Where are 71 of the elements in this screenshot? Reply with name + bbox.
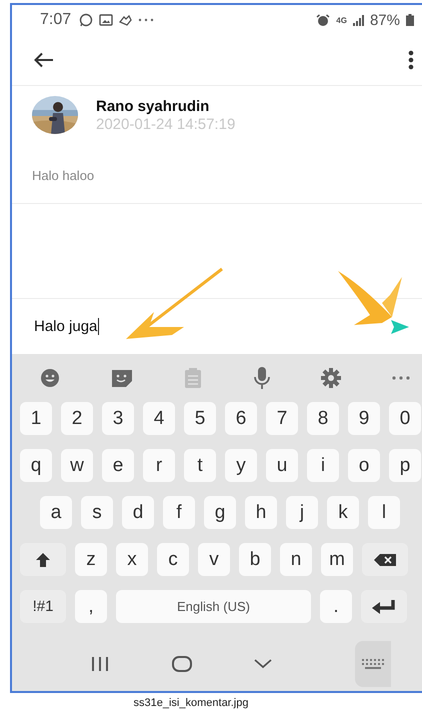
hide-keyboard-icon[interactable] [254, 659, 272, 669]
keyboard-key[interactable]: , [75, 590, 107, 623]
network-label: 4G [336, 16, 347, 24]
settings-icon[interactable] [320, 368, 341, 388]
overflow-menu-icon[interactable] [408, 50, 414, 70]
keyboard-key[interactable]: 5 [184, 402, 216, 435]
keyboard-icon [362, 659, 384, 669]
keyboard-key[interactable]: q [20, 449, 52, 482]
keyboard-key[interactable]: 6 [225, 402, 257, 435]
keyboard-key[interactable]: 9 [348, 402, 380, 435]
keyboard-key[interactable]: s [81, 496, 113, 529]
keyboard-key[interactable]: e [102, 449, 134, 482]
keyboard-key[interactable]: r [143, 449, 175, 482]
keyboard-key[interactable]: z [75, 543, 107, 576]
backspace-key[interactable] [362, 543, 408, 576]
shift-key[interactable] [20, 543, 66, 576]
keyboard-key[interactable]: 1 [20, 402, 52, 435]
keyboard-key[interactable]: p [389, 449, 421, 482]
keyboard-key[interactable]: f [163, 496, 195, 529]
signal-icon [352, 14, 364, 26]
image-icon [99, 14, 114, 26]
home-icon[interactable] [172, 656, 192, 672]
battery-icon [406, 14, 414, 26]
backspace-icon [374, 554, 396, 566]
keyboard-key[interactable]: . [320, 590, 352, 623]
alarm-icon [316, 14, 330, 26]
keyboard-key[interactable]: o [348, 449, 380, 482]
keyboard-key[interactable]: h [245, 496, 277, 529]
more-icon[interactable] [392, 376, 410, 380]
keyboard-key[interactable]: m [321, 543, 353, 576]
symbols-key[interactable]: !#1 [20, 590, 66, 623]
keyboard-key[interactable]: c [157, 543, 189, 576]
keyboard-key[interactable]: a [40, 496, 72, 529]
keyboard-key[interactable]: t [184, 449, 216, 482]
status-time: 7:07 [40, 11, 72, 29]
keyboard-switch-button[interactable] [354, 641, 391, 687]
more-notifications-icon [138, 18, 154, 22]
battery-percent: 87% [370, 12, 400, 28]
keyboard-key[interactable]: x [116, 543, 148, 576]
recent-apps-icon[interactable] [91, 657, 110, 671]
keyboard-key[interactable]: g [204, 496, 236, 529]
keyboard-key[interactable]: 3 [102, 402, 134, 435]
chat-bubble-icon [79, 13, 94, 27]
keyboard-key[interactable]: y [225, 449, 257, 482]
keyboard-key[interactable]: 7 [266, 402, 298, 435]
enter-icon [372, 600, 396, 614]
keyboard-key[interactable]: u [266, 449, 298, 482]
author-name: Rano syahrudin [96, 98, 210, 114]
keyboard-key[interactable]: d [122, 496, 154, 529]
file-caption: ss31e_isi_komentar.jpg [132, 697, 250, 709]
reply-input-field[interactable]: Halo juga [34, 318, 100, 335]
keyboard-key[interactable]: i [307, 449, 339, 482]
up-arrow-icon [35, 552, 51, 568]
keyboard-key[interactable]: l [368, 496, 400, 529]
space-bar[interactable]: English (US) [116, 590, 311, 623]
keyboard-key[interactable]: n [280, 543, 312, 576]
emoji-icon[interactable] [40, 368, 60, 388]
comment-text: Halo haloo [32, 168, 96, 183]
microphone-icon[interactable] [254, 367, 270, 389]
keyboard-key[interactable]: 8 [307, 402, 339, 435]
enter-key[interactable] [361, 590, 407, 623]
keyboard-key[interactable]: 0 [389, 402, 421, 435]
keyboard-key[interactable]: 2 [61, 402, 93, 435]
keyboard-key[interactable]: j [286, 496, 318, 529]
back-arrow-icon[interactable] [34, 52, 54, 68]
keyboard-key[interactable]: b [239, 543, 271, 576]
keyboard-key[interactable]: w [61, 449, 93, 482]
keyboard-key[interactable]: 4 [143, 402, 175, 435]
keyboard-key[interactable]: v [198, 543, 230, 576]
sticker-icon[interactable] [111, 368, 134, 388]
keyboard-key[interactable]: k [327, 496, 359, 529]
